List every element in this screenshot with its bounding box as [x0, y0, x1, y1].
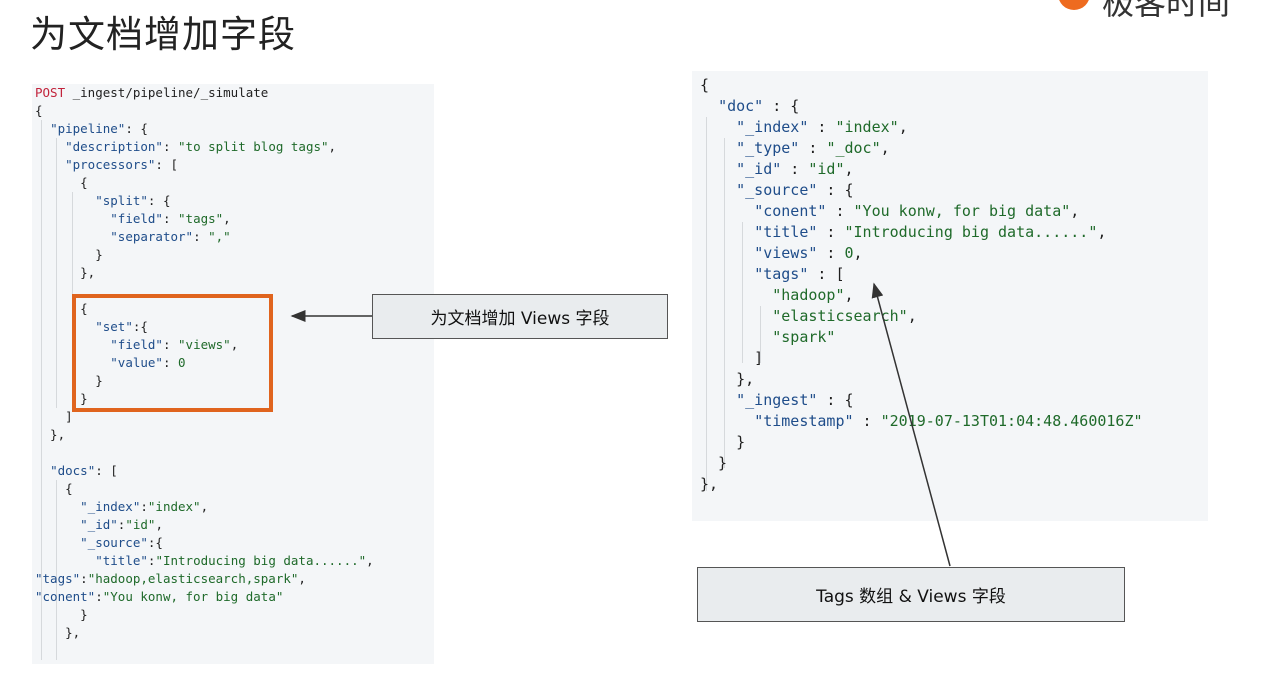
tags-callout-arrow	[871, 282, 951, 567]
callout-arrows	[290, 282, 951, 567]
